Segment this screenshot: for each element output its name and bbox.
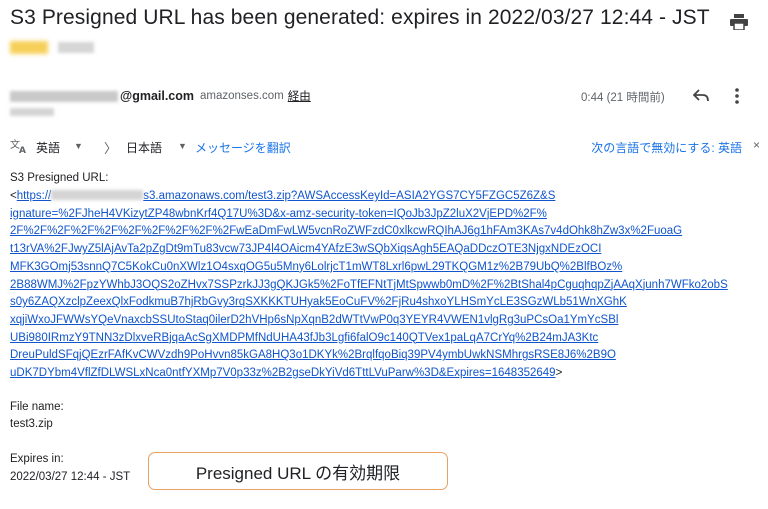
url-link[interactable]: https:// s3.amazonaws.com/test3.zip?AWSAc…	[16, 190, 556, 202]
chevron-down-icon[interactable]: ▼	[178, 141, 187, 151]
url-line[interactable]: ignature=%2FJheH4VKizytZP48wbnKrf4Q17U%3…	[10, 208, 547, 220]
url-bracket: >	[555, 367, 563, 380]
url-line[interactable]: UBi980IRmzY9TNN3zDlxveRBjqaAcSgXMDPMfNdU…	[10, 332, 598, 344]
url-line[interactable]: xqjiWxoJFWWsYQeVnaxcbSSUtoStaq0ilerD2hVH…	[10, 314, 618, 326]
chevron-down-icon[interactable]: ▼	[74, 141, 83, 151]
sender-row: @gmail.com amazonses.com 経由	[10, 88, 311, 104]
redacted-recipient[interactable]	[10, 108, 54, 116]
url-line[interactable]: 2B88WMJ%2FpzYWhbJ3OQS2oZHvx7SSPzrkJJ3gQK…	[10, 279, 728, 291]
svg-text:A: A	[19, 146, 26, 153]
expires-value: 2022/03/27 12:44 - JST	[10, 471, 131, 483]
redacted-label[interactable]	[10, 41, 48, 54]
more-vert-icon[interactable]	[735, 88, 739, 104]
target-language-select[interactable]: 日本語	[126, 139, 162, 156]
translate-bar: 文 A 英語 ▼ 〉 日本語 ▼ メッセージを翻訳 次の言語で無効にする: 英語…	[10, 138, 760, 156]
url-line[interactable]: t13rVA%2FJwyZ5lAjAvTa2pZgDt9mTu83vcw73JP…	[10, 243, 601, 255]
redacted-sender-name	[10, 90, 118, 102]
url-line[interactable]: DreuPuldSFqjQEzrFAfKvCWVzdh9PoHvvn85kGA8…	[10, 349, 616, 361]
file-name-value: test3.zip	[10, 418, 53, 430]
sender-email[interactable]: @gmail.com	[120, 89, 194, 103]
email-subject: S3 Presigned URL has been generated: exp…	[10, 6, 710, 29]
source-language-select[interactable]: 英語	[36, 139, 60, 156]
presigned-url: <https:// s3.amazonaws.com/test3.zip?AWSA…	[10, 188, 760, 383]
email-time: 0:44 (21 時間前)	[581, 92, 665, 104]
url-line[interactable]: MFK3GOmj53snnQ7C5KokCu0nXWlz1O4sxqOG5u5M…	[10, 261, 622, 273]
via-domain: amazonses.com	[200, 90, 284, 102]
label-chips	[10, 41, 94, 55]
translate-icon: 文 A	[10, 138, 26, 153]
print-icon[interactable]	[730, 14, 748, 30]
arrow-right-icon: 〉	[104, 141, 118, 156]
translate-message-link[interactable]: メッセージを翻訳	[195, 139, 291, 156]
reply-icon[interactable]	[693, 89, 709, 103]
url-line: s3.amazonaws.com/test3.zip?AWSAccessKeyI…	[143, 190, 556, 202]
never-translate-link[interactable]: 次の言語で無効にする: 英語	[591, 139, 742, 156]
annotation-callout: Presigned URL の有効期限	[148, 452, 448, 490]
via-info-link[interactable]: 経由	[288, 88, 311, 104]
message-intro: S3 Presigned URL:	[10, 172, 109, 184]
url-line[interactable]: uDK7DYbm4VflZfDLWSLxNca0ntfYXMp7V0p33z%2…	[10, 367, 556, 379]
file-name-label: File name:	[10, 401, 64, 413]
redacted-label[interactable]	[58, 42, 94, 53]
close-icon[interactable]: ×	[753, 138, 760, 152]
url-line[interactable]: 2F%2F%2F%2F%2F%2F%2F%2F%2F%2FwEaDmFwLW5v…	[10, 225, 682, 237]
url-bracket: <	[10, 190, 17, 202]
url-scheme: https://	[16, 190, 52, 202]
expires-label: Expires in:	[10, 453, 64, 465]
url-line[interactable]: s0y6ZAQXzclpZeexQlxFodkmuB7hjRbGvy3rqSXK…	[10, 296, 627, 308]
redacted-bucket	[51, 190, 144, 200]
